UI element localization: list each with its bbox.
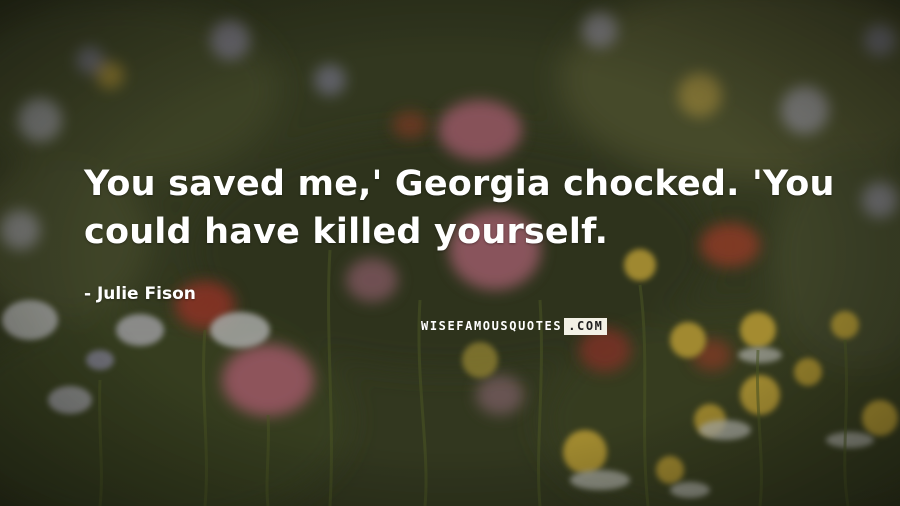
watermark-left-text: WISEFAMOUSQUOTES xyxy=(421,319,563,333)
quote-card: You saved me,' Georgia chocked. 'You cou… xyxy=(0,0,900,506)
quote-author: - Julie Fison xyxy=(84,284,196,304)
quote-text: You saved me,' Georgia chocked. 'You cou… xyxy=(84,164,835,252)
watermark-right-text: .COM xyxy=(564,318,607,335)
site-watermark-logo: WISEFAMOUSQUOTES .COM xyxy=(421,318,607,335)
